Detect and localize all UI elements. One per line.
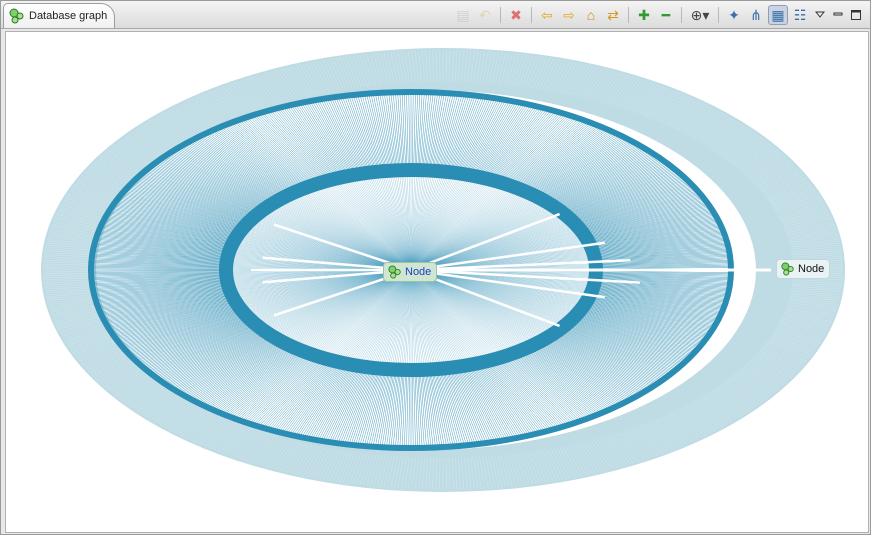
refresh-icon: ⇄	[607, 7, 619, 23]
view-menu-button[interactable]	[812, 5, 828, 25]
tab-database-graph[interactable]: Database graph	[3, 3, 115, 28]
home-button[interactable]: ⌂	[581, 5, 601, 25]
delete-icon: ✖	[510, 7, 522, 23]
view-menu-chevron-icon	[815, 11, 825, 18]
layout-radial-icon: ▦	[771, 7, 785, 23]
toolbar-separator	[531, 7, 532, 23]
layout-force-button[interactable]: ✦	[724, 5, 744, 25]
minimize-icon	[833, 12, 843, 16]
toolbar-separator	[628, 7, 629, 23]
graph-visualization	[41, 48, 845, 492]
graph-toolbar: ▤ ↶ ✖ ⇦ ⇨ ⌂ ⇄ ✚ ━ ⊕▾ ✦ ⋔ ▦ ☷	[453, 5, 864, 25]
tab-title: Database graph	[29, 10, 108, 22]
node-label: Node	[798, 263, 825, 275]
layout-tree-icon: ⋔	[750, 7, 762, 23]
layout-grid-icon: ☷	[793, 7, 807, 23]
undo-icon: ↶	[479, 7, 491, 23]
zoom-icon: ⊕▾	[690, 7, 710, 23]
toolbar-separator	[718, 7, 719, 23]
graph-node-center[interactable]: Node	[383, 262, 438, 282]
minimize-button[interactable]	[830, 5, 846, 25]
graph-canvas[interactable]: Node Node	[5, 31, 869, 533]
zoom-dropdown-button[interactable]: ⊕▾	[687, 5, 713, 25]
maximize-button[interactable]	[848, 5, 864, 25]
add-button[interactable]: ✚	[634, 5, 654, 25]
graph-node-icon	[388, 265, 402, 279]
layout-radial-button[interactable]: ▦	[768, 5, 788, 25]
forward-arrow-icon: ⇨	[563, 7, 575, 23]
layout-grid-button[interactable]: ☷	[790, 5, 810, 25]
delete-button[interactable]: ✖	[506, 5, 526, 25]
toolbar-separator	[681, 7, 682, 23]
refresh-button[interactable]: ⇄	[603, 5, 623, 25]
undo-button[interactable]: ↶	[475, 5, 495, 25]
graph-node-icon	[781, 262, 795, 276]
remove-icon: ━	[661, 7, 671, 23]
node-label: Node	[405, 266, 432, 278]
graph-node-selected[interactable]: Node	[776, 259, 831, 279]
save-icon: ▤	[456, 7, 470, 23]
save-button[interactable]: ▤	[453, 5, 473, 25]
graph-node-icon	[9, 8, 25, 24]
editor-tab-bar: Database graph ▤ ↶ ✖ ⇦ ⇨ ⌂ ⇄ ✚ ━ ⊕▾ ✦ ⋔ …	[1, 1, 870, 29]
home-icon: ⌂	[586, 7, 596, 23]
back-arrow-icon: ⇦	[541, 7, 553, 23]
database-graph-editor: Database graph ▤ ↶ ✖ ⇦ ⇨ ⌂ ⇄ ✚ ━ ⊕▾ ✦ ⋔ …	[0, 0, 871, 535]
layout-force-icon: ✦	[728, 7, 740, 23]
forward-button[interactable]: ⇨	[559, 5, 579, 25]
back-button[interactable]: ⇦	[537, 5, 557, 25]
add-icon: ✚	[638, 7, 650, 23]
maximize-icon	[851, 10, 861, 20]
remove-button[interactable]: ━	[656, 5, 676, 25]
toolbar-separator	[500, 7, 501, 23]
layout-tree-button[interactable]: ⋔	[746, 5, 766, 25]
